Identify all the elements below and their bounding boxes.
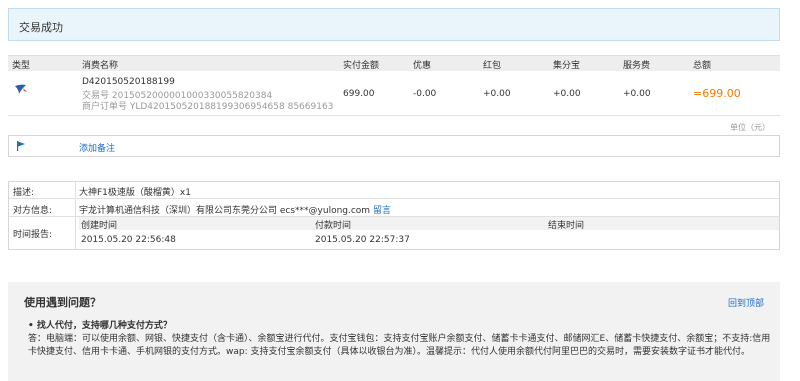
desc-value: 大神F1极速版（酸榴黄）x1 [79, 188, 191, 198]
paid-time: 2015.05.20 22:57:37 [315, 235, 410, 245]
party-text: 宇龙计算机通信科技（深圳）有限公司东莞分公司 ecs***@yulong.com [79, 206, 371, 216]
merchant-order-number: 商户订单号 YLD420150520188199306954658 856691… [82, 102, 334, 112]
service-fee-amount: +0.00 [623, 89, 651, 99]
time-value-row: 2015.05.20 22:56:48 2015.05.20 22:57:37 [79, 231, 779, 249]
status-title: 交易成功 [19, 21, 63, 34]
divider [9, 198, 779, 199]
flag-icon [16, 141, 26, 154]
order-info: 描述: 大神F1极速版（酸榴黄）x1 对方信息: 宇龙计算机通信科技（深圳）有限… [8, 181, 780, 250]
party-label: 对方信息: [13, 206, 53, 216]
time-header-row: 创建时间 付款时间 结束时间 [79, 217, 779, 231]
col-type: 类型 [12, 61, 31, 71]
created-time-header: 创建时间 [81, 221, 118, 231]
total-amount: =699.00 [693, 87, 741, 100]
faq-answer: 答：电脑端：可以使用余额、网银、快捷支付（含卡通）、余额宝进行代付。支付宝钱包：… [28, 334, 771, 357]
col-red-packet: 红包 [483, 61, 502, 71]
discount-amount: -0.00 [413, 89, 437, 99]
jifenbao-amount: +0.00 [553, 89, 581, 99]
created-time: 2015.05.20 22:56:48 [81, 235, 176, 245]
help-title: 使用遇到问题？ [24, 296, 101, 309]
note-bar: 添加备注 [8, 135, 780, 157]
bird-icon [14, 83, 28, 98]
table-row: D420150520188199 交易号 2015052000001000330… [8, 71, 780, 116]
time-label: 时间报告: [13, 230, 53, 240]
col-jifenbao: 集分宝 [553, 61, 581, 71]
unit-label: 单位（元） [730, 123, 770, 132]
back-to-top-link[interactable]: 回到顶部 [728, 296, 764, 309]
col-name: 消费名称 [82, 61, 119, 71]
table-header: 类型 消费名称 实付金额 优惠 红包 集分宝 服务费 总额 [8, 55, 780, 71]
col-paid: 实付金额 [343, 61, 380, 71]
red-packet-amount: +0.00 [483, 89, 511, 99]
col-total: 总额 [693, 61, 712, 71]
paid-time-header: 付款时间 [315, 221, 352, 231]
status-banner: 交易成功 [8, 8, 780, 41]
order-number: D420150520188199 [82, 77, 175, 87]
desc-label: 描述: [13, 188, 35, 198]
add-note-link[interactable]: 添加备注 [79, 141, 115, 154]
col-discount: 优惠 [413, 61, 432, 71]
message-link[interactable]: 留言 [373, 206, 391, 216]
end-time-header: 结束时间 [548, 221, 585, 231]
help-section: 使用遇到问题？ 回到顶部 • 找人代付，支持哪几种支付方式？ 答：电脑端：可以使… [8, 282, 780, 381]
party-value: 宇龙计算机通信科技（深圳）有限公司东莞分公司 ecs***@yulong.com… [79, 203, 391, 216]
paid-amount: 699.00 [343, 89, 375, 99]
col-service-fee: 服务费 [623, 61, 651, 71]
faq-question: • 找人代付，支持哪几种支付方式？ [28, 321, 172, 331]
